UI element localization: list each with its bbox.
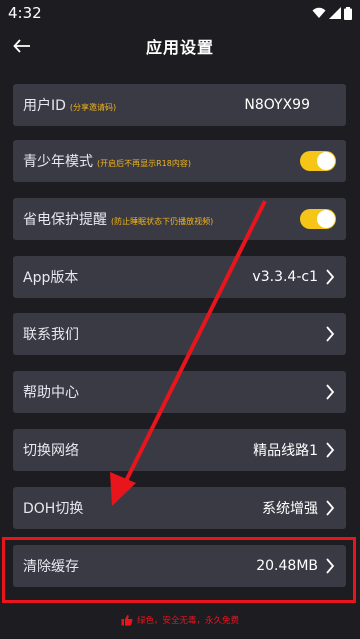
contact-us-label: 联系我们 [23,327,79,343]
user-id-row[interactable]: 用户ID (分享邀请码) N8OYX99 [13,84,346,126]
toggle-knob [317,210,335,228]
thumbs-up-icon [121,614,133,626]
footer-text: 绿色，安全无毒，永久免费 [136,616,239,626]
power-save-hint: (防止睡眠状态下仍播放视频) [111,217,214,226]
teen-mode-hint: (开启后不再显示R18内容) [97,159,191,168]
user-id-value: N8OYX99 [244,97,310,113]
footer-note: 绿色，安全无毒，永久免费 [0,612,360,628]
user-id-label: 用户ID [23,98,66,114]
app-version-value: v3.3.4-c1 [252,269,318,285]
app-version-row[interactable]: App版本 v3.3.4-c1 [13,256,346,298]
doh-switch-value: 系统增强 [262,501,318,517]
system-icons [312,6,352,20]
status-time: 4:32 [8,4,42,22]
app-bar: 应用设置 [0,26,360,66]
chevron-right-icon [326,500,335,516]
wifi-icon [312,7,326,18]
switch-network-row[interactable]: 切换网络 精品线路1 [13,429,346,471]
user-id-hint: (分享邀请码) [69,103,117,112]
chevron-right-icon [326,442,335,458]
power-save-row: 省电保护提醒 (防止睡眠状态下仍播放视频) [13,198,346,240]
switch-network-label: 切换网络 [23,443,79,459]
teen-mode-row: 青少年模式 (开启后不再显示R18内容) [13,140,346,182]
signal-icon [329,7,341,19]
page-title: 应用设置 [145,38,214,57]
status-bar: 4:32 [0,0,360,26]
contact-us-row[interactable]: 联系我们 [13,313,346,355]
battery-icon [344,6,352,20]
back-button[interactable] [10,34,34,58]
doh-switch-label: DOH切换 [23,501,84,517]
chevron-right-icon [326,384,335,400]
teen-mode-toggle[interactable] [300,151,336,171]
switch-network-value: 精品线路1 [253,443,318,459]
help-center-label: 帮助中心 [23,385,79,401]
app-version-label: App版本 [23,270,79,286]
annotation-highlight-box [2,537,356,603]
chevron-right-icon [326,269,335,285]
chevron-right-icon [326,326,335,342]
toggle-knob [317,152,335,170]
power-save-label: 省电保护提醒 [23,212,107,228]
back-arrow-icon [13,39,30,53]
teen-mode-label: 青少年模式 [23,154,93,170]
doh-switch-row[interactable]: DOH切换 系统增强 [13,487,346,529]
power-save-toggle[interactable] [300,209,336,229]
help-center-row[interactable]: 帮助中心 [13,371,346,413]
